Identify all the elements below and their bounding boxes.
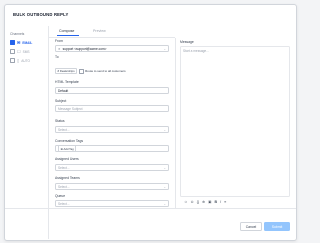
users-placeholder: Select... <box>58 165 70 170</box>
queue-placeholder: Select... <box>58 201 70 206</box>
channel-email[interactable]: ✉ EMAIL <box>10 39 44 46</box>
attach-icon[interactable]: ⊙ <box>191 200 194 204</box>
editor-toolbar: ☺ ⊙ {} ⊕ ▣ B I ≡ <box>184 200 226 204</box>
bulk-reply-modal: BULK OUTBOUND REPLY Channels ✉ EMAIL ☐ S… <box>4 4 297 241</box>
status-select[interactable]: Select... ⌄ <box>55 126 169 133</box>
message-panel: Message Start a message... ☺ ⊙ {} ⊕ ▣ B … <box>176 38 295 208</box>
subject-label: Subject <box>55 99 67 103</box>
template-select[interactable]: Default <box>55 87 169 94</box>
device-icon: ▯ <box>17 58 20 63</box>
users-label: Assigned Users <box>55 157 79 161</box>
mail-icon: ✉ <box>17 40 21 45</box>
to-chip[interactable]: # Dealerships <box>55 68 78 75</box>
chevron-down-icon: ⌄ <box>163 47 166 52</box>
compose-form: From ✕ support <support@acme.com> ⌄ To #… <box>49 38 176 208</box>
active-tab-indicator <box>57 35 79 36</box>
to-label: To <box>55 55 59 59</box>
status-label: Status <box>55 119 65 123</box>
teams-label: Assigned Teams <box>55 176 80 180</box>
chevron-down-icon: ⌄ <box>163 202 166 207</box>
channel-auto[interactable]: ▯ AUTO <box>10 57 44 64</box>
add-tag-chip[interactable]: ⊕ Add Tag <box>58 145 77 152</box>
message-placeholder: Start a message... <box>183 49 209 53</box>
cancel-button[interactable]: Cancel <box>240 222 262 231</box>
image-icon[interactable]: ▣ <box>208 200 211 204</box>
bold-icon[interactable]: B <box>215 200 218 204</box>
tab-preview[interactable]: Preview <box>93 29 106 33</box>
tab-bar: Compose Preview <box>49 26 175 38</box>
queue-select[interactable]: Select... ⌄ <box>55 200 169 207</box>
checkbox-icon[interactable] <box>10 49 15 54</box>
list-icon[interactable]: ≡ <box>224 200 226 204</box>
code-icon[interactable]: {} <box>197 200 199 204</box>
from-select[interactable]: ✕ support <support@acme.com> ⌄ <box>55 45 169 52</box>
teams-select[interactable]: Select... ⌄ <box>55 183 169 190</box>
chevron-down-icon: ⌄ <box>163 185 166 190</box>
to-row: # Dealerships Route to send to all custo… <box>55 68 126 75</box>
submit-button[interactable]: Submit <box>264 222 290 231</box>
channel-label: SMS <box>22 49 30 54</box>
chevron-down-icon: ⌄ <box>163 166 166 171</box>
checkbox-icon[interactable] <box>10 40 15 45</box>
modal-footer: Cancel Submit <box>5 208 296 240</box>
phone-icon: ☐ <box>17 49 21 54</box>
emoji-icon[interactable]: ☺ <box>184 200 188 204</box>
checkbox-icon[interactable] <box>10 58 15 63</box>
italic-icon[interactable]: I <box>220 200 221 204</box>
tab-compose[interactable]: Compose <box>59 29 74 33</box>
checkbox-icon[interactable] <box>78 68 84 74</box>
teams-placeholder: Select... <box>58 184 70 189</box>
status-placeholder: Select... <box>58 127 70 132</box>
queue-label: Queue <box>55 194 66 198</box>
from-label: From <box>55 39 63 43</box>
template-value: Default <box>58 88 69 93</box>
channel-label: EMAIL <box>22 40 33 45</box>
channel-sms[interactable]: ☐ SMS <box>10 48 44 55</box>
subject-placeholder: Message Subject <box>58 106 83 111</box>
message-editor[interactable]: Start a message... <box>180 46 290 197</box>
tags-label: Conversation Tags <box>55 139 84 143</box>
clear-icon[interactable]: ✕ <box>58 47 61 51</box>
channel-label: AUTO <box>21 58 30 63</box>
from-value: support <support@acme.com> <box>62 46 107 51</box>
link-icon[interactable]: ⊕ <box>202 200 205 204</box>
users-select[interactable]: Select... ⌄ <box>55 164 169 171</box>
modal-title: BULK OUTBOUND REPLY <box>13 12 69 17</box>
to-toggle-label: Route to send to all customers <box>85 69 126 74</box>
chevron-down-icon: ⌄ <box>163 128 166 133</box>
subject-input[interactable]: Message Subject <box>55 105 169 112</box>
tags-input[interactable]: ⊕ Add Tag <box>55 145 169 152</box>
template-label: HTML Template <box>55 80 79 84</box>
channels-heading: Channels <box>10 32 25 36</box>
message-label: Message <box>180 40 194 44</box>
